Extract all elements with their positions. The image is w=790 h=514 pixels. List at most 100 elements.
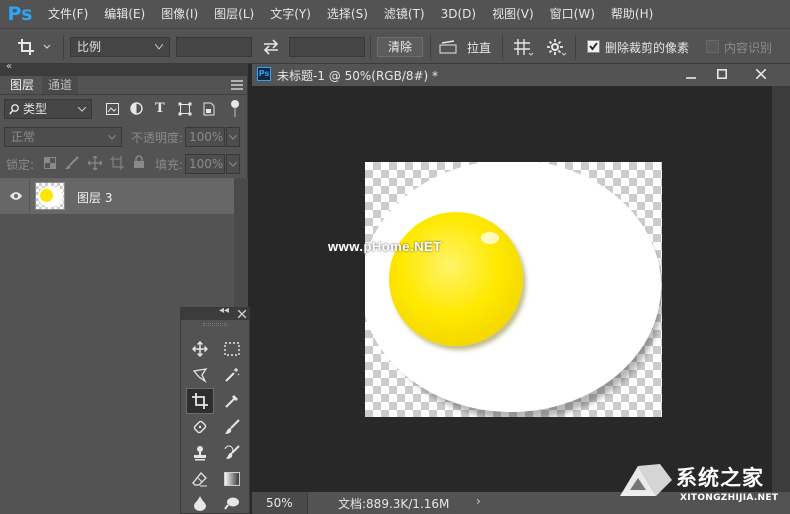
lock-move-icon[interactable]	[88, 156, 102, 170]
doc-size-info[interactable]: 文档:889.3K/1.16M	[338, 495, 449, 512]
clone-stamp-tool[interactable]	[189, 442, 211, 464]
eyedropper-tool[interactable]	[221, 390, 243, 412]
collapse-arrows-icon[interactable]: ◂◂	[219, 305, 229, 316]
ratio-dropdown[interactable]: 比例	[70, 37, 170, 57]
menu-type[interactable]: 文字(Y)	[262, 0, 319, 28]
eraser-tool[interactable]	[189, 468, 211, 490]
content-aware-label[interactable]: 内容识别	[724, 39, 772, 56]
eye-icon[interactable]	[9, 191, 23, 201]
swap-icon[interactable]	[262, 39, 280, 55]
layer-thumbnail[interactable]	[35, 182, 65, 210]
tab-channels[interactable]: 通道	[42, 76, 79, 94]
filter-kind-dropdown[interactable]: 类型	[4, 99, 92, 119]
tools-panel: ◂◂	[180, 305, 250, 514]
drop-icon	[194, 496, 206, 511]
fill-dropdown[interactable]	[226, 154, 240, 174]
divider	[63, 35, 64, 59]
collapse-arrows-icon: «	[6, 61, 13, 72]
pixel-filter-icon[interactable]	[106, 103, 119, 115]
menu-3d[interactable]: 3D(D)	[433, 0, 484, 28]
smart-object-filter-icon[interactable]	[203, 102, 215, 116]
tab-layers[interactable]: 图层	[4, 76, 41, 94]
overlay-grid-icon[interactable]	[512, 37, 534, 57]
lasso-tool[interactable]	[189, 364, 211, 386]
canvas-area[interactable]: www.pHome.NET	[252, 86, 772, 492]
document-title[interactable]: 未标题-1 @ 50%(RGB/8#) *	[277, 67, 438, 84]
chevron-down-icon	[78, 107, 86, 112]
status-menu-arrow-icon[interactable]: ›	[476, 494, 481, 508]
menu-file[interactable]: 文件(F)	[40, 0, 96, 28]
zoom-level[interactable]: 50%	[252, 492, 308, 514]
close-icon[interactable]	[756, 69, 766, 79]
dodge-tool[interactable]	[221, 492, 243, 514]
delete-cropped-checkbox[interactable]	[587, 40, 600, 53]
rectangle-marquee-icon	[224, 342, 240, 356]
close-icon[interactable]	[238, 310, 246, 318]
filter-toggle[interactable]	[230, 100, 240, 118]
eyedropper-icon	[225, 395, 238, 408]
tools-header[interactable]: ◂◂	[181, 305, 249, 320]
site-watermark: 系统之家 XITONGZHIJIA.NET	[612, 456, 790, 514]
panel-collapse-bar[interactable]: «	[0, 61, 248, 76]
blend-mode-dropdown[interactable]: 正常	[4, 127, 122, 147]
crop-icon	[192, 393, 208, 409]
grip[interactable]	[203, 323, 227, 326]
fill-input[interactable]: 100%	[185, 154, 225, 174]
minimize-icon[interactable]	[686, 71, 696, 79]
divider	[370, 35, 371, 59]
move-tool[interactable]	[189, 338, 211, 360]
divider	[0, 94, 248, 95]
menu-filter[interactable]: 滤镜(T)	[376, 0, 433, 28]
menu-help[interactable]: 帮助(H)	[603, 0, 661, 28]
opacity-input[interactable]: 100%	[185, 127, 225, 147]
adjustment-filter-icon[interactable]	[130, 102, 143, 115]
fill-label: 填充:	[155, 158, 184, 172]
marquee-tool[interactable]	[221, 338, 243, 360]
content-aware-checkbox[interactable]	[706, 40, 719, 53]
crop-tool[interactable]	[186, 388, 214, 414]
maximize-icon[interactable]	[717, 69, 727, 79]
tool-preset-picker[interactable]	[16, 36, 56, 58]
clear-button[interactable]: 清除	[377, 37, 423, 57]
lock-all-icon[interactable]	[133, 155, 145, 169]
ps-document-icon: Ps	[257, 67, 271, 81]
lock-transparent-icon[interactable]	[44, 157, 56, 169]
straighten-icon[interactable]	[438, 39, 458, 55]
menu-image[interactable]: 图像(I)	[153, 0, 206, 28]
history-brush-tool[interactable]	[221, 442, 243, 464]
watermark-site-url: XITONGZHIJIA.NET	[680, 493, 779, 503]
height-input[interactable]	[289, 37, 365, 57]
menu-layer[interactable]: 图层(L)	[206, 0, 262, 28]
gear-icon[interactable]	[546, 38, 566, 56]
divider	[29, 178, 30, 214]
watermark-site-name: 系统之家	[676, 466, 764, 490]
gradient-icon	[224, 472, 240, 486]
opacity-dropdown[interactable]	[226, 127, 240, 147]
menu-select[interactable]: 选择(S)	[319, 0, 376, 28]
menu-view[interactable]: 视图(V)	[484, 0, 542, 28]
healing-brush-tool[interactable]	[189, 416, 211, 438]
shape-filter-icon[interactable]	[178, 102, 192, 116]
egg-yolk	[389, 212, 523, 346]
straighten-label[interactable]: 拉直	[467, 39, 491, 56]
blur-tool[interactable]	[189, 492, 211, 514]
layer-row[interactable]: 图层 3	[0, 178, 234, 214]
vertical-scrollbar[interactable]	[772, 86, 790, 492]
width-input[interactable]	[176, 37, 252, 57]
layer-name[interactable]: 图层 3	[77, 189, 112, 206]
delete-cropped-label[interactable]: 删除裁剪的像素	[605, 39, 689, 56]
search-icon	[9, 104, 19, 115]
toggle-knob	[231, 100, 239, 108]
panel-menu-icon[interactable]	[231, 80, 243, 90]
document-canvas[interactable]	[365, 162, 662, 417]
lock-artboard-icon[interactable]	[110, 156, 124, 170]
crop-icon	[18, 39, 51, 55]
thumbnail-yolk	[40, 189, 53, 202]
menu-edit[interactable]: 编辑(E)	[96, 0, 153, 28]
type-filter-icon[interactable]: T	[155, 101, 165, 116]
menu-window[interactable]: 窗口(W)	[542, 0, 603, 28]
magic-wand-tool[interactable]	[221, 364, 243, 386]
lock-brush-icon[interactable]	[65, 156, 79, 170]
brush-tool[interactable]	[221, 416, 243, 438]
gradient-tool[interactable]	[221, 468, 243, 490]
